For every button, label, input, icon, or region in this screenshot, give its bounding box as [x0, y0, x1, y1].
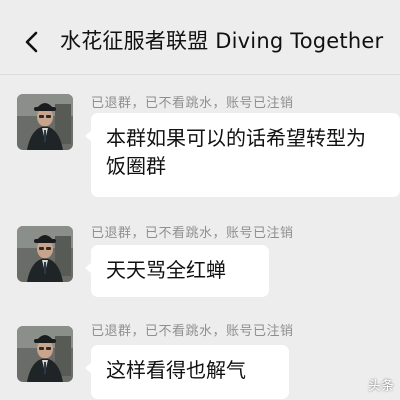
- avatar[interactable]: [17, 326, 73, 382]
- message-bubble[interactable]: 本群如果可以的话希望转型为 饭圈群: [85, 113, 400, 197]
- chevron-left-icon: [25, 31, 38, 53]
- chat-title: 水花征服者联盟 Diving Together: [60, 29, 384, 53]
- message-bubble[interactable]: 天天骂全红蝉: [85, 245, 269, 297]
- avatar[interactable]: [17, 226, 73, 282]
- watermark: 头条: [367, 379, 394, 394]
- message-bubble[interactable]: 这样看得也解气: [85, 345, 289, 399]
- back-button[interactable]: [18, 28, 46, 56]
- message-text-line: 本群如果可以的话希望转型为: [106, 126, 366, 150]
- sender-name: 已退群，已不看跳水，账号已注销: [91, 226, 294, 241]
- message-text-line: 天天骂全红蝉: [106, 258, 226, 282]
- message-text-line: 这样看得也解气: [106, 358, 246, 382]
- sender-name: 已退群，已不看跳水，账号已注销: [91, 96, 294, 111]
- chat-header: 水花征服者联盟 Diving Together: [0, 0, 400, 75]
- message-text-line: 饭圈群: [106, 154, 166, 178]
- avatar[interactable]: [17, 94, 73, 150]
- sender-name: 已退群，已不看跳水，账号已注销: [91, 324, 294, 339]
